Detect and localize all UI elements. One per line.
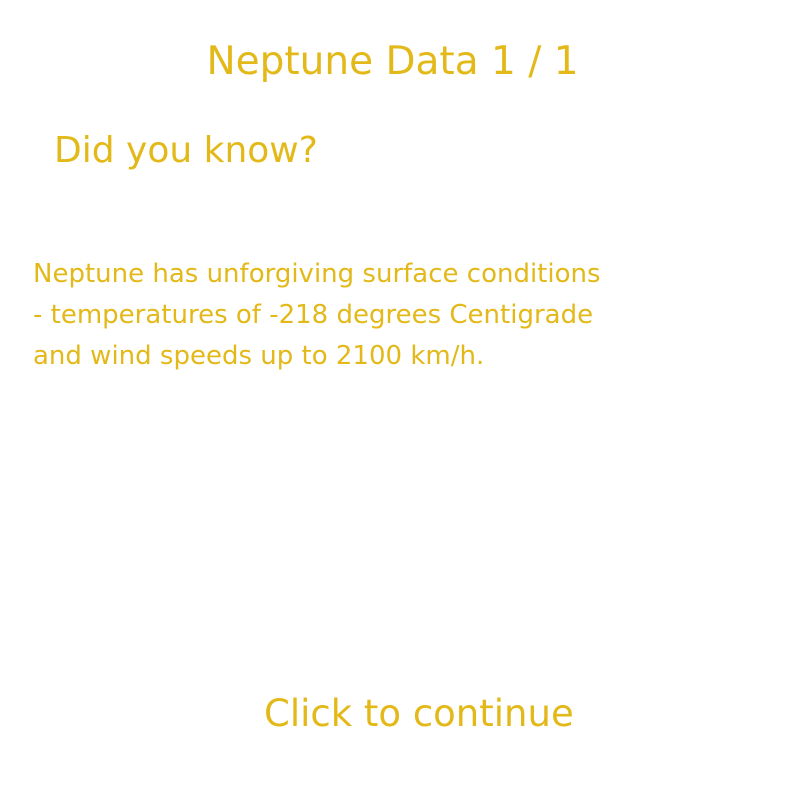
- info-screen[interactable]: Neptune Data 1 / 1 Did you know? Neptune…: [0, 0, 800, 800]
- continue-button[interactable]: Click to continue: [264, 690, 574, 738]
- fact-line: Neptune has unforgiving surface conditio…: [33, 259, 601, 289]
- fact-line: - temperatures of -218 degrees Centigrad…: [33, 300, 594, 330]
- fact-text: Neptune has unforgiving surface conditio…: [33, 254, 753, 377]
- did-you-know-heading: Did you know?: [54, 130, 318, 171]
- page-title: Neptune Data 1 / 1: [206, 39, 579, 84]
- fact-line: and wind speeds up to 2100 km/h.: [33, 341, 485, 371]
